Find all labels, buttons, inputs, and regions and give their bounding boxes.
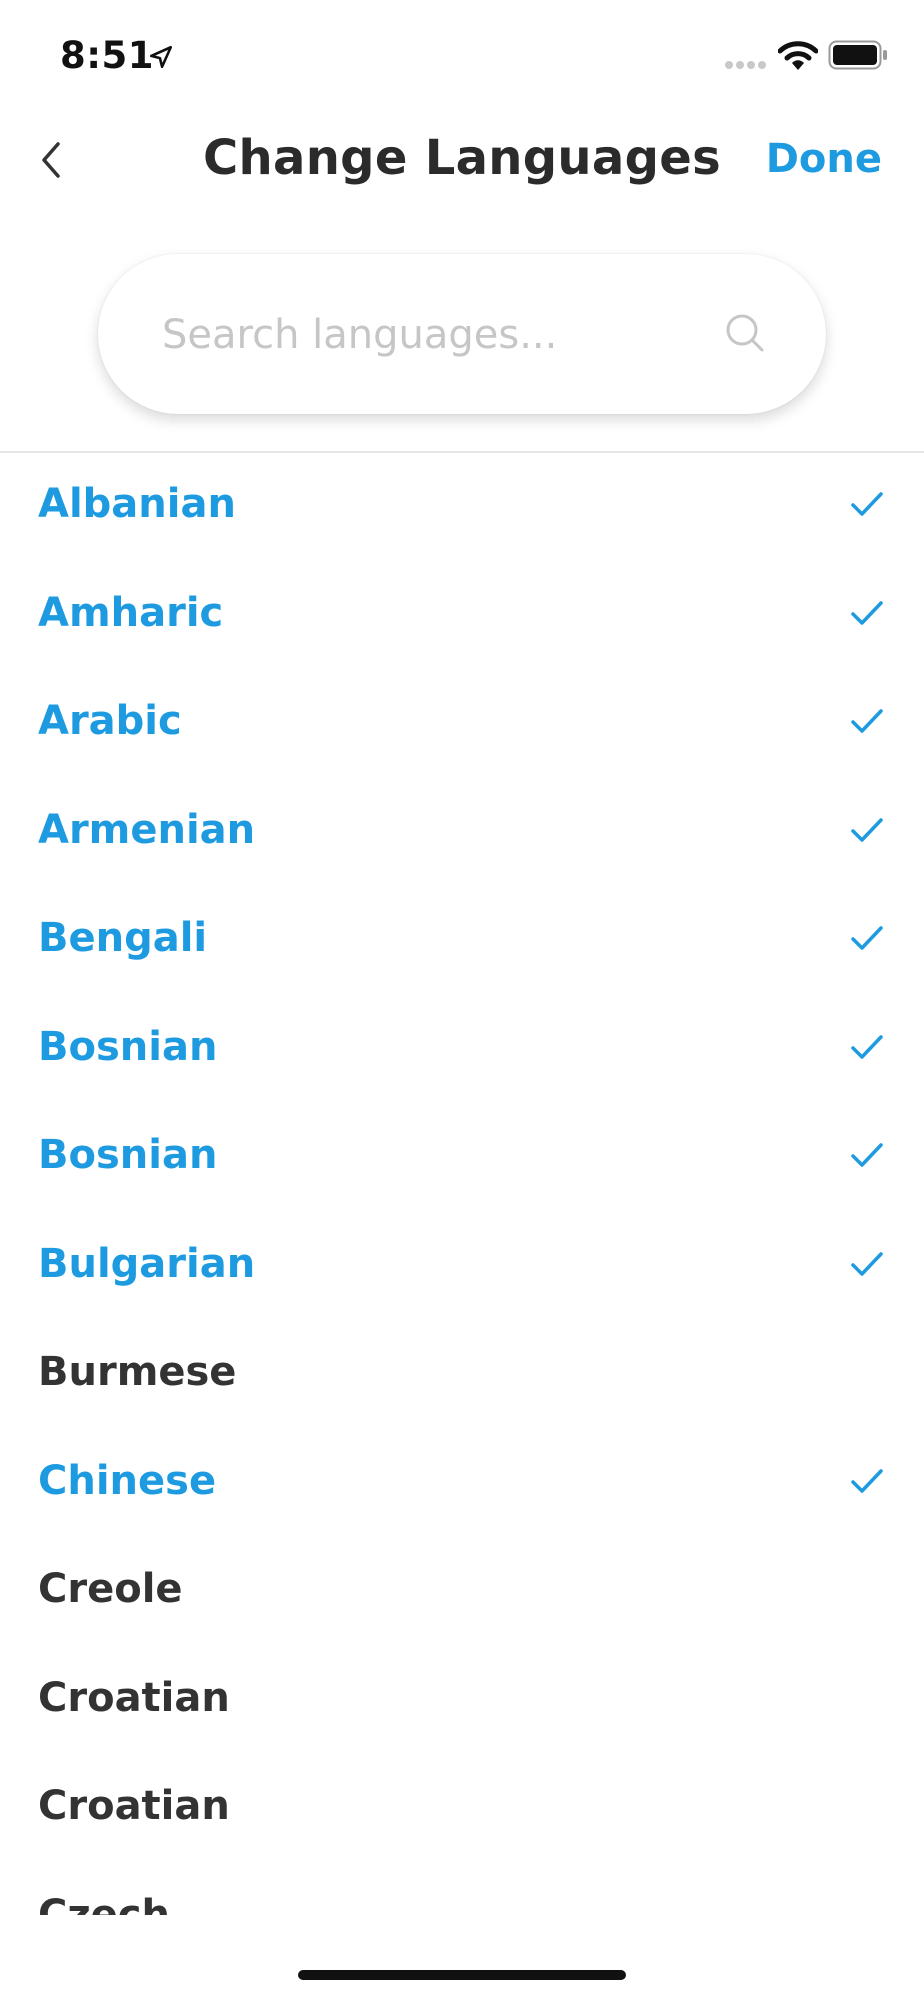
language-row[interactable]: Armenian <box>0 779 924 888</box>
language-label: Croatian <box>38 1783 230 1829</box>
language-label: Arabic <box>38 698 182 744</box>
done-button[interactable]: Done <box>766 136 882 182</box>
search-bar <box>98 254 826 414</box>
checkmark-icon <box>851 1468 883 1493</box>
language-label: Bengali <box>38 915 208 961</box>
nav-bar: Change Languages Done <box>0 110 924 210</box>
battery-icon <box>828 40 887 70</box>
cellular-signal-icon <box>725 61 766 69</box>
language-row[interactable]: Burmese <box>0 1321 924 1430</box>
language-label: Bosnian <box>38 1023 218 1070</box>
language-row[interactable]: Croatian <box>0 1755 924 1864</box>
language-row[interactable]: Arabic <box>0 670 924 779</box>
language-label: Amharic <box>38 589 224 636</box>
home-indicator <box>298 1970 626 1980</box>
language-list: Albanian Amharic Arabic Armenian Bengali… <box>0 453 924 1915</box>
language-label: Albanian <box>38 481 236 527</box>
language-label: Bosnian <box>38 1132 218 1178</box>
language-row[interactable]: Creole <box>0 1538 924 1647</box>
search-input[interactable] <box>160 294 684 376</box>
language-label: Armenian <box>38 806 256 853</box>
wifi-icon <box>778 41 818 70</box>
checkmark-icon <box>851 1143 883 1167</box>
language-row[interactable]: Bulgarian <box>0 1213 924 1322</box>
language-row[interactable]: Bosnian <box>0 1104 924 1213</box>
language-label: Creole <box>38 1566 183 1612</box>
language-label: Chinese <box>38 1457 217 1504</box>
checkmark-icon <box>851 926 883 950</box>
language-label: Croatian <box>38 1674 230 1721</box>
search-icon[interactable] <box>724 312 766 354</box>
language-row[interactable]: Albanian <box>0 453 924 562</box>
language-label: Bulgarian <box>38 1240 256 1287</box>
language-row[interactable]: Chinese <box>0 1430 924 1539</box>
language-row[interactable]: Croatian <box>0 1647 924 1756</box>
location-arrow-icon <box>149 45 173 69</box>
checkmark-icon <box>851 1034 883 1059</box>
checkmark-icon <box>851 709 883 733</box>
status-bar: 8:51 <box>0 0 924 110</box>
language-row[interactable]: Amharic <box>0 562 924 671</box>
language-row[interactable]: Bosnian <box>0 996 924 1105</box>
language-row[interactable]: Czech <box>0 1864 924 1916</box>
screen: 8:51 Change Languages Done Search langua… <box>0 0 924 2000</box>
language-label: Burmese <box>38 1349 237 1395</box>
checkmark-icon <box>851 1251 883 1276</box>
checkmark-icon <box>851 817 883 842</box>
checkmark-icon <box>851 600 883 625</box>
checkmark-icon <box>851 492 883 516</box>
language-row[interactable]: Bengali <box>0 887 924 996</box>
language-label: Czech <box>38 1891 170 1916</box>
status-time: 8:51 <box>60 34 155 77</box>
